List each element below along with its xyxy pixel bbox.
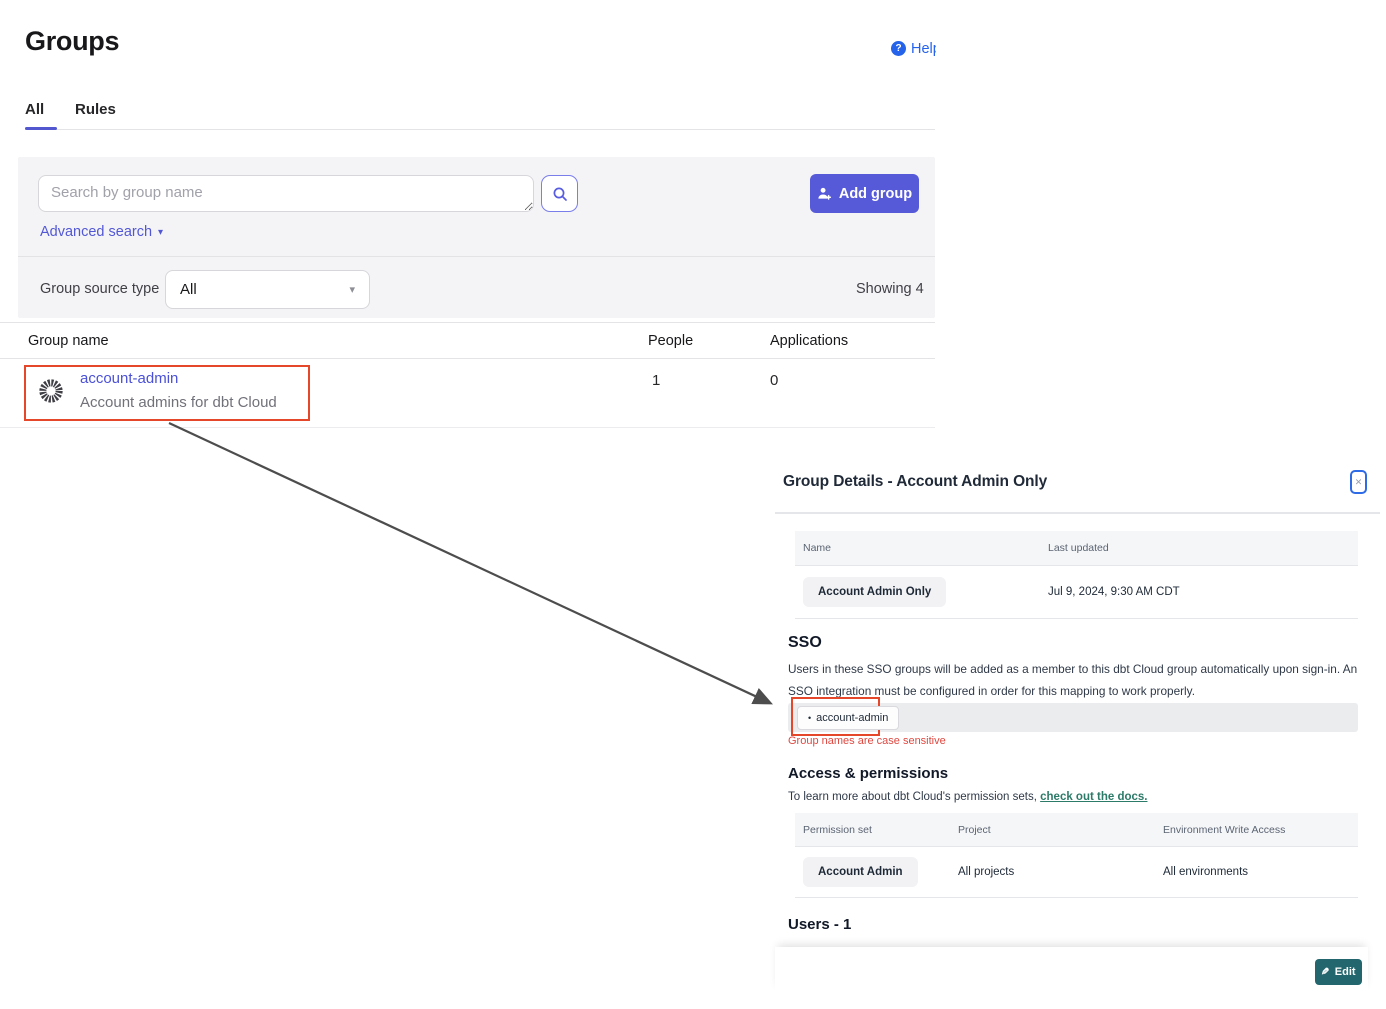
group-source-type-select[interactable]: All ▾	[165, 270, 370, 309]
permissions-description-text: To learn more about dbt Cloud's permissi…	[788, 791, 1040, 803]
caret-down-icon: ▾	[349, 283, 355, 296]
tab-rules[interactable]: Rules	[75, 101, 116, 118]
search-panel-divider	[18, 256, 935, 257]
search-button[interactable]	[541, 175, 578, 212]
group-source-type-label: Group source type	[40, 281, 159, 297]
bullet-icon: •	[808, 713, 811, 723]
table-divider	[0, 358, 935, 359]
perm-col-permission-set: Permission set	[803, 824, 872, 836]
details-footer	[775, 947, 1368, 993]
info-col-name: Name	[803, 542, 831, 554]
tab-all[interactable]: All	[25, 101, 44, 118]
help-label: Help	[911, 41, 936, 57]
annotation-box-group-row	[24, 365, 310, 421]
showing-count: Showing 4	[856, 281, 924, 297]
table-divider	[0, 427, 935, 428]
page-title: Groups	[25, 26, 119, 57]
close-icon[interactable]: ✕	[1350, 470, 1367, 494]
active-tab-indicator	[25, 127, 57, 130]
tabs-divider	[25, 129, 935, 130]
caret-down-icon: ▾	[158, 227, 163, 238]
sso-group-chip[interactable]: • account-admin	[797, 706, 899, 730]
advanced-search-label: Advanced search	[40, 224, 152, 240]
search-icon	[552, 186, 568, 202]
help-icon: ?	[891, 41, 906, 56]
docs-link[interactable]: check out the docs.	[1040, 791, 1147, 803]
permissions-description: To learn more about dbt Cloud's permissi…	[788, 791, 1147, 803]
group-applications-count: 0	[770, 372, 778, 389]
search-input[interactable]	[38, 175, 534, 212]
column-header-people: People	[648, 333, 693, 349]
info-table-divider	[795, 618, 1358, 619]
permissions-table-divider	[795, 897, 1358, 898]
group-details-title: Group Details - Account Admin Only	[783, 473, 1047, 491]
project-value: All projects	[958, 866, 1014, 878]
users-heading: Users - 1	[788, 916, 851, 933]
sso-heading: SSO	[788, 634, 822, 652]
user-plus-icon	[817, 186, 832, 201]
details-header-divider	[775, 512, 1380, 514]
group-source-type-value: All	[180, 281, 197, 298]
group-people-count: 1	[652, 372, 660, 389]
pencil-icon: ✎	[1321, 967, 1329, 978]
column-header-group-name: Group name	[28, 333, 109, 349]
add-group-label: Add group	[839, 186, 912, 202]
environment-value: All environments	[1163, 866, 1248, 878]
perm-col-project: Project	[958, 824, 991, 836]
help-link[interactable]: ? Help	[891, 41, 936, 57]
info-col-last-updated: Last updated	[1048, 542, 1109, 554]
sso-case-warning: Group names are case sensitive	[788, 735, 946, 747]
add-group-button[interactable]: Add group	[810, 174, 919, 213]
annotation-arrow	[0, 0, 1386, 1009]
sso-group-chip-label: account-admin	[816, 712, 888, 724]
edit-label: Edit	[1335, 966, 1356, 978]
help-link-clip: ? Help	[891, 38, 936, 60]
permission-set-chip: Account Admin	[803, 857, 918, 887]
group-name-chip: Account Admin Only	[803, 577, 946, 607]
last-updated-value: Jul 9, 2024, 9:30 AM CDT	[1048, 586, 1180, 598]
access-permissions-heading: Access & permissions	[788, 765, 948, 782]
table-divider	[0, 322, 935, 323]
perm-col-environment: Environment Write Access	[1163, 824, 1285, 836]
column-header-applications: Applications	[770, 333, 848, 349]
edit-button[interactable]: ✎ Edit	[1315, 959, 1362, 985]
advanced-search-toggle[interactable]: Advanced search ▾	[40, 224, 163, 240]
